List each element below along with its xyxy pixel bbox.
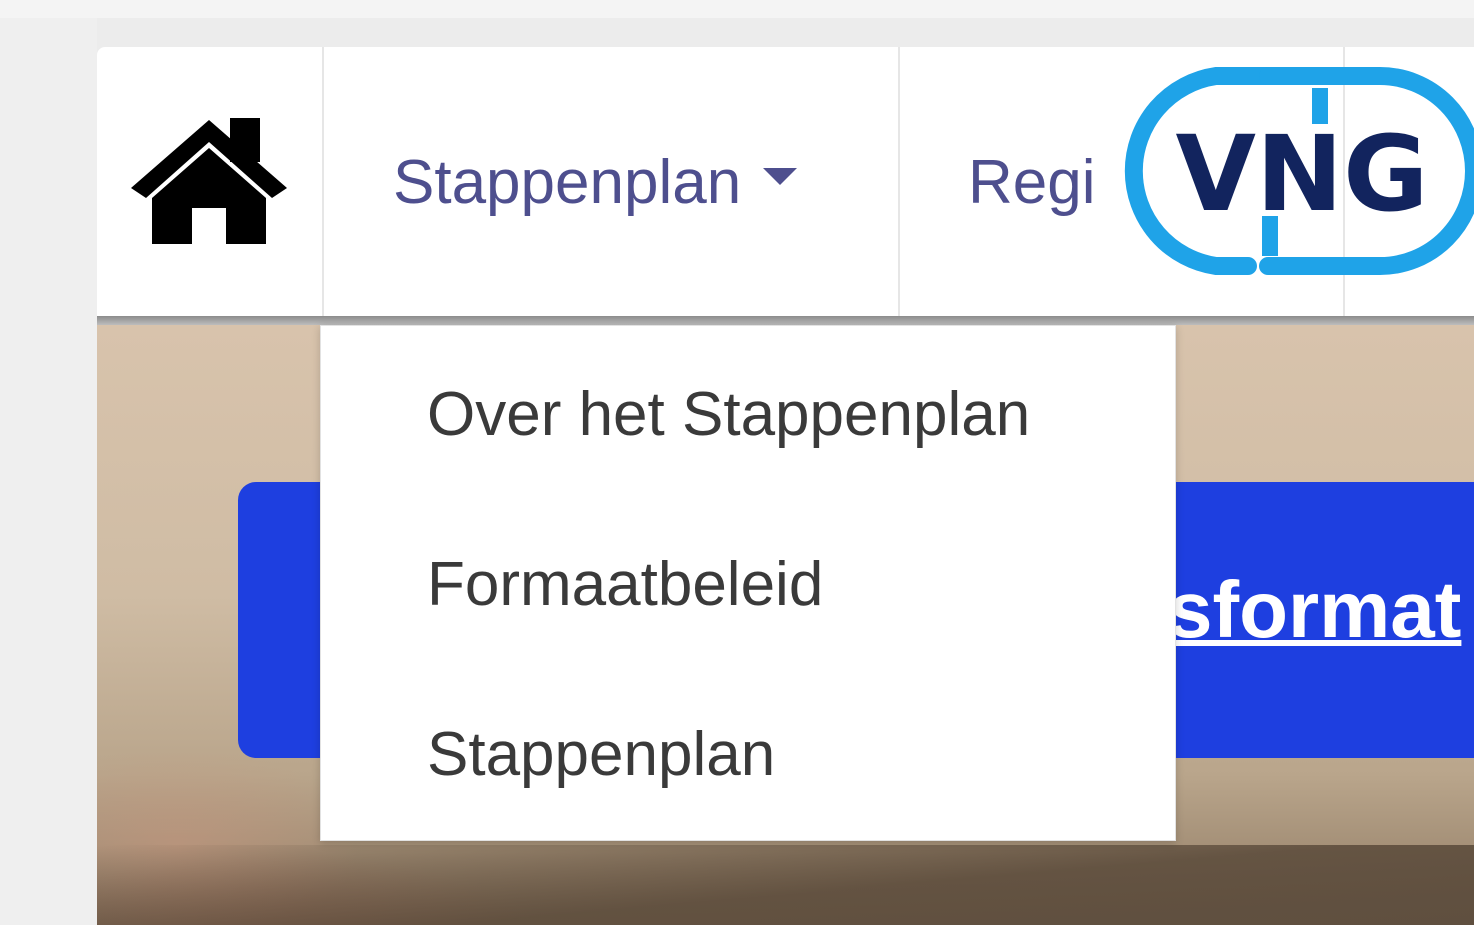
vng-logo: VNG [1124, 67, 1474, 275]
nav-item-stappenplan[interactable]: Stappenplan [393, 152, 798, 214]
nav-divider [898, 47, 900, 319]
hero-banner-link[interactable]: sformat [1168, 570, 1461, 650]
dropdown-item-over-het-stappenplan[interactable]: Over het Stappenplan [427, 384, 1030, 446]
dropdown-item-formaatbeleid[interactable]: Formaatbeleid [427, 554, 823, 616]
top-strip [0, 0, 1474, 18]
page: sformat Stappenplan Regi VNG Over het St… [0, 0, 1474, 925]
hero-image-foreground [97, 845, 1474, 925]
navbar-shadow [97, 316, 1474, 325]
dropdown-item-stappenplan[interactable]: Stappenplan [427, 724, 775, 786]
caret-down-icon [763, 168, 798, 185]
stappenplan-dropdown-menu: Over het Stappenplan Formaatbeleid Stapp… [320, 325, 1176, 841]
nav-divider [322, 47, 324, 319]
home-icon [131, 118, 287, 244]
nav-item-label: Stappenplan [393, 148, 742, 217]
left-strip [0, 18, 97, 925]
vng-logo-text: VNG [1176, 113, 1429, 235]
home-button[interactable] [126, 116, 292, 246]
nav-item-regi[interactable]: Regi [968, 152, 1096, 214]
